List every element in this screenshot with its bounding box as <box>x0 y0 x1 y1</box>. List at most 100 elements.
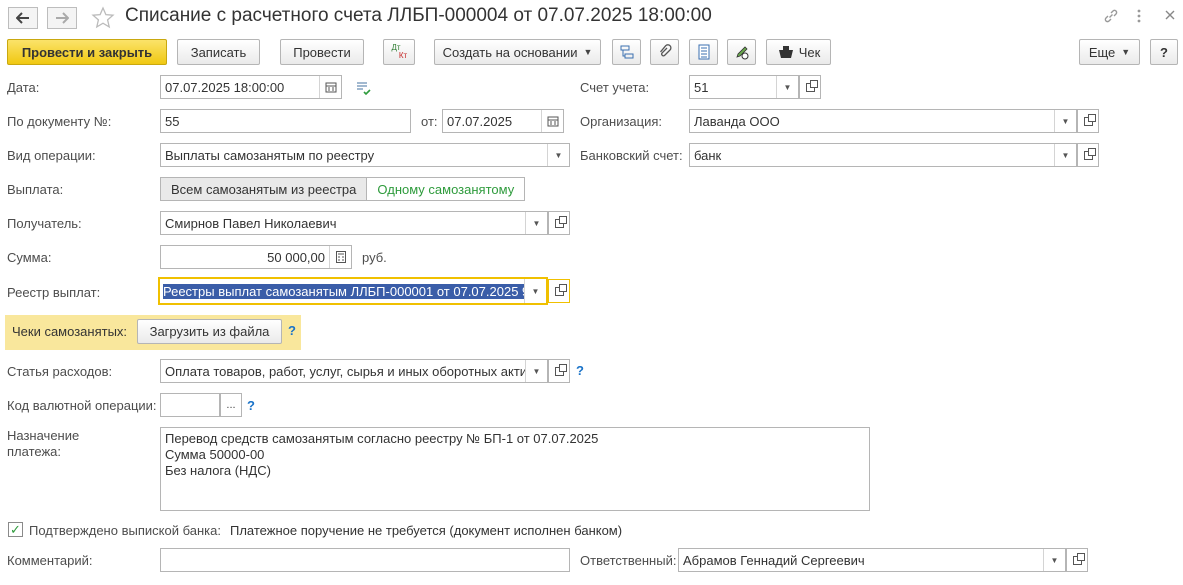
bank-account-field[interactable]: банк ▼ <box>689 143 1077 167</box>
registry-value: Реестры выплат самозанятым ЛЛБП-000001 о… <box>163 283 524 299</box>
chevron-down-icon: ▼ <box>532 218 541 228</box>
attach-button[interactable] <box>650 39 679 65</box>
post-and-close-button[interactable]: Провести и закрыть <box>7 39 167 65</box>
post-button[interactable]: Провести <box>280 39 364 65</box>
payout-toggle: Всем самозанятым из реестра Одному самоз… <box>160 177 526 201</box>
currency-op-code-field[interactable] <box>160 393 220 417</box>
doc-from-field[interactable]: 07.07.2025 <box>442 109 564 133</box>
operation-type-dropdown-button[interactable]: ▼ <box>547 144 569 166</box>
favorite-button[interactable] <box>91 6 115 33</box>
chevron-down-icon: ▼ <box>531 286 540 296</box>
recipient-dropdown-button[interactable]: ▼ <box>525 212 547 234</box>
back-button[interactable] <box>8 7 38 29</box>
payout-option-one[interactable]: Одному самозанятому <box>367 178 525 200</box>
arrow-left-icon <box>16 12 29 24</box>
amount-field[interactable]: 50 000,00 <box>160 245 352 269</box>
open-window-icon <box>554 215 567 228</box>
pen-icon <box>735 46 748 60</box>
more-button[interactable]: Еще ▼ <box>1079 39 1140 65</box>
account-label: Счет учета: <box>580 80 650 95</box>
date-status-button[interactable] <box>355 80 371 99</box>
receipts-help-icon[interactable]: ? <box>288 323 296 338</box>
open-window-icon <box>1083 147 1096 160</box>
paperclip-icon <box>659 44 672 57</box>
link-button[interactable] <box>1103 8 1119 27</box>
chevron-down-icon: ▼ <box>1061 150 1070 160</box>
recipient-open-button[interactable] <box>548 211 570 235</box>
bank-account-label: Банковский счет: <box>580 148 683 163</box>
calendar-icon <box>547 116 558 127</box>
bank-confirmed-checkbox[interactable]: ✓ <box>8 522 23 537</box>
recipient-field[interactable]: Смирнов Павел Николаевич ▼ <box>160 211 548 235</box>
chevron-down-icon: ▼ <box>783 82 792 92</box>
doc-from-label: от: <box>421 114 438 129</box>
comment-label: Комментарий: <box>7 553 93 568</box>
more-window-button[interactable] <box>1136 8 1142 29</box>
registry-field[interactable]: Реестры выплат самозанятым ЛЛБП-000001 о… <box>158 277 548 305</box>
responsible-dropdown-button[interactable]: ▼ <box>1043 549 1065 571</box>
structure-button[interactable] <box>612 39 641 65</box>
account-open-button[interactable] <box>799 75 821 99</box>
date-field[interactable]: 07.07.2025 18:00:00 <box>160 75 342 99</box>
create-based-on-button[interactable]: Создать на основании ▼ <box>434 39 601 65</box>
open-window-icon <box>554 283 567 296</box>
dtkt-button[interactable]: Дт Кт <box>383 39 415 65</box>
expense-item-open-button[interactable] <box>548 359 570 383</box>
bank-account-dropdown-button[interactable]: ▼ <box>1054 144 1076 166</box>
document-list-icon <box>698 44 709 60</box>
bank-account-open-button[interactable] <box>1077 143 1099 167</box>
payout-label: Выплата: <box>7 182 64 197</box>
amount-label: Сумма: <box>7 250 52 265</box>
close-button[interactable] <box>1164 8 1176 26</box>
account-field[interactable]: 51 ▼ <box>689 75 799 99</box>
link-icon <box>1104 9 1118 23</box>
edit-button[interactable] <box>727 39 756 65</box>
registry-dropdown-button[interactable]: ▼ <box>524 279 546 303</box>
responsible-open-button[interactable] <box>1066 548 1088 572</box>
expense-item-dropdown-button[interactable]: ▼ <box>525 360 547 382</box>
amount-value: 50 000,00 <box>267 249 325 265</box>
chevron-down-icon: ▼ <box>1121 47 1131 57</box>
currency-op-code-help-icon[interactable]: ? <box>247 398 255 413</box>
expense-item-help-icon[interactable]: ? <box>576 363 584 378</box>
load-from-file-button[interactable]: Загрузить из файла <box>137 319 282 344</box>
calendar-button[interactable] <box>319 76 341 98</box>
organization-field[interactable]: Лаванда ООО ▼ <box>689 109 1077 133</box>
responsible-value: Абрамов Геннадий Сергеевич <box>683 552 865 568</box>
check-label: Чек <box>798 44 821 60</box>
organization-value: Лаванда ООО <box>694 113 780 129</box>
calculator-icon <box>335 251 346 263</box>
purpose-label-line2: платежа: <box>7 444 61 459</box>
forward-button[interactable] <box>47 7 77 29</box>
operation-type-value: Выплаты самозанятым по реестру <box>165 147 375 163</box>
account-dropdown-button[interactable]: ▼ <box>776 76 798 98</box>
close-icon <box>1165 10 1175 20</box>
expense-item-field[interactable]: Оплата товаров, работ, услуг, сырья и ин… <box>160 359 548 383</box>
chevron-down-icon: ▼ <box>1050 555 1059 565</box>
purpose-textarea[interactable]: Перевод средств самозанятым согласно рее… <box>160 427 870 511</box>
comment-field[interactable] <box>160 548 570 572</box>
save-button[interactable]: Записать <box>177 39 260 65</box>
organization-dropdown-button[interactable]: ▼ <box>1054 110 1076 132</box>
create-based-on-label: Создать на основании <box>442 44 578 60</box>
print-list-button[interactable] <box>689 39 718 65</box>
payout-option-all[interactable]: Всем самозанятым из реестра <box>161 178 368 200</box>
organization-open-button[interactable] <box>1077 109 1099 133</box>
cash-register-icon <box>778 46 793 58</box>
registry-open-button[interactable] <box>548 279 570 303</box>
organization-label: Организация: <box>580 114 663 129</box>
responsible-field[interactable]: Абрамов Геннадий Сергеевич ▼ <box>678 548 1066 572</box>
operation-type-field[interactable]: Выплаты самозанятым по реестру ▼ <box>160 143 570 167</box>
doc-from-value: 07.07.2025 <box>447 113 513 129</box>
open-window-icon <box>805 79 818 92</box>
currency-op-code-label: Код валютной операции: <box>7 398 157 413</box>
help-button[interactable]: ? <box>1150 39 1178 65</box>
checkmark-icon: ✓ <box>10 521 21 537</box>
doc-number-field[interactable]: 55 <box>160 109 411 133</box>
responsible-label: Ответственный: <box>580 553 677 568</box>
calendar-button[interactable] <box>541 110 563 132</box>
currency-op-code-select-button[interactable]: ... <box>220 393 242 417</box>
check-button[interactable]: Чек <box>766 39 831 65</box>
calendar-icon <box>325 82 336 93</box>
calculator-button[interactable] <box>329 246 351 268</box>
